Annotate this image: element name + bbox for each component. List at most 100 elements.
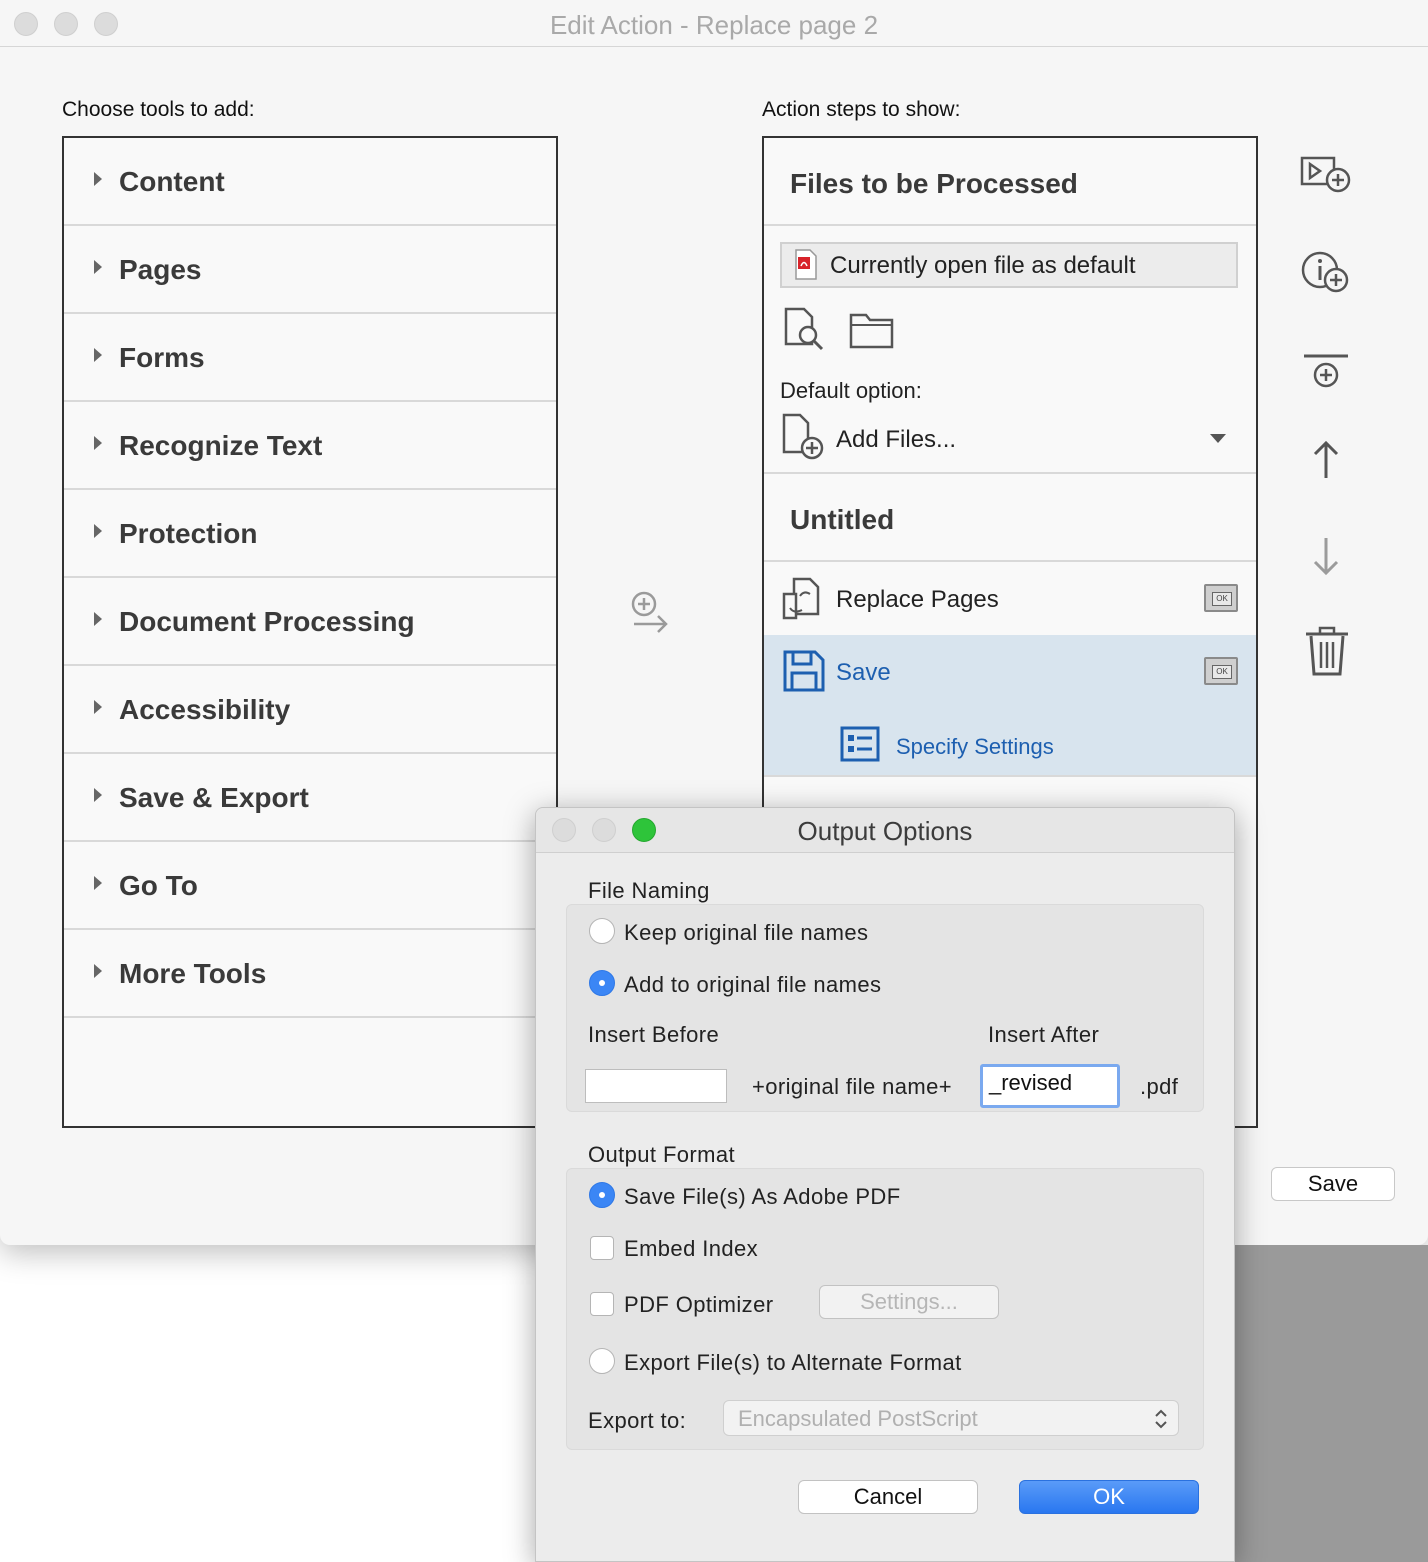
- action-steps-label: Action steps to show:: [762, 98, 961, 121]
- add-to-original-label: Add to original file names: [624, 972, 882, 997]
- disclosure-triangle-icon: [94, 964, 102, 978]
- disclosure-triangle-icon: [94, 788, 102, 802]
- original-file-name-text: +original file name+: [752, 1074, 953, 1099]
- pdf-optimizer-label: PDF Optimizer: [624, 1292, 774, 1317]
- disclosure-triangle-icon: [94, 436, 102, 450]
- tool-category-label: Protection: [119, 518, 258, 549]
- add-panel-separator-icon[interactable]: [1302, 350, 1350, 399]
- embed-index-label: Embed Index: [624, 1236, 759, 1261]
- file-naming-label: File Naming: [588, 878, 710, 903]
- move-up-icon[interactable]: [1312, 440, 1340, 485]
- step-replace-pages[interactable]: Replace Pages: [764, 562, 1256, 634]
- save-as-pdf-radio[interactable]: [589, 1182, 615, 1208]
- save-disk-icon: [782, 649, 826, 698]
- add-to-original-radio[interactable]: [589, 970, 615, 996]
- keep-original-radio[interactable]: [589, 918, 615, 944]
- export-alternate-label: Export File(s) to Alternate Format: [624, 1350, 962, 1375]
- disclosure-triangle-icon: [94, 700, 102, 714]
- add-file-icon: [780, 412, 828, 467]
- trash-icon[interactable]: [1304, 626, 1350, 683]
- browse-files-icon[interactable]: [782, 306, 830, 359]
- tool-category-label: Content: [119, 166, 225, 197]
- specify-settings-label: Specify Settings: [896, 734, 1054, 759]
- keep-original-label: Keep original file names: [624, 920, 869, 945]
- tool-category-pages[interactable]: Pages: [64, 226, 556, 314]
- disclosure-triangle-icon: [94, 260, 102, 274]
- output-options-dialog: Output Options File Naming Keep original…: [535, 807, 1235, 1562]
- disclosure-triangle-icon: [94, 524, 102, 538]
- choose-tools-label: Choose tools to add:: [62, 98, 255, 121]
- window-titlebar: Edit Action - Replace page 2: [0, 0, 1428, 47]
- tool-category-label: Go To: [119, 870, 198, 901]
- tool-category-accessibility[interactable]: Accessibility: [64, 666, 556, 754]
- tool-category-content[interactable]: Content: [64, 138, 556, 226]
- add-to-steps-icon[interactable]: [626, 588, 672, 643]
- tool-category-save-export[interactable]: Save & Export: [64, 754, 556, 842]
- tool-category-recognize-text[interactable]: Recognize Text: [64, 402, 556, 490]
- tool-category-label: Document Processing: [119, 606, 415, 637]
- tool-category-go-to[interactable]: Go To: [64, 842, 556, 930]
- tool-category-label: Forms: [119, 342, 205, 373]
- add-instruction-icon[interactable]: [1300, 248, 1354, 301]
- settings-list-icon: [840, 726, 880, 767]
- tool-category-label: Save & Export: [119, 782, 309, 813]
- file-field-text: Currently open file as default: [830, 252, 1136, 279]
- extension-text: .pdf: [1140, 1074, 1179, 1099]
- default-option-dropdown[interactable]: Add Files...: [780, 410, 1242, 464]
- file-source-field[interactable]: Currently open file as default: [780, 242, 1238, 288]
- prompt-user-toggle-icon[interactable]: [1204, 657, 1238, 685]
- tool-category-forms[interactable]: Forms: [64, 314, 556, 402]
- folder-icon[interactable]: [848, 310, 896, 355]
- step-label: Replace Pages: [836, 586, 999, 613]
- disclosure-triangle-icon: [94, 876, 102, 890]
- default-option-label: Default option:: [780, 378, 922, 403]
- background-desktop: [1234, 1245, 1428, 1562]
- specify-settings-link[interactable]: Specify Settings: [764, 708, 1256, 774]
- tool-category-more-tools[interactable]: More Tools: [64, 930, 556, 1018]
- save-as-pdf-label: Save File(s) As Adobe PDF: [624, 1184, 901, 1209]
- insert-before-label: Insert Before: [588, 1022, 720, 1047]
- tool-category-label: More Tools: [119, 958, 267, 989]
- output-format-label: Output Format: [588, 1142, 736, 1167]
- tool-category-label: Pages: [119, 254, 202, 285]
- export-to-label: Export to:: [588, 1408, 687, 1433]
- files-to-be-processed-header: Files to be Processed: [790, 168, 1078, 199]
- disclosure-triangle-icon: [94, 612, 102, 626]
- tool-category-label: Recognize Text: [119, 430, 323, 461]
- cancel-button[interactable]: Cancel: [798, 1480, 978, 1514]
- move-down-icon[interactable]: [1312, 536, 1340, 581]
- disclosure-triangle-icon: [94, 348, 102, 362]
- disclosure-triangle-icon: [94, 172, 102, 186]
- export-format-value: Encapsulated PostScript: [738, 1406, 978, 1431]
- replace-pages-icon: [780, 576, 826, 627]
- divider: [764, 775, 1256, 777]
- dialog-titlebar: Output Options: [536, 808, 1234, 853]
- tool-category-label: Accessibility: [119, 694, 291, 725]
- export-alternate-radio[interactable]: [589, 1348, 615, 1374]
- embed-index-checkbox[interactable]: [590, 1236, 614, 1260]
- step-save[interactable]: Save: [764, 635, 1256, 707]
- pdf-optimizer-checkbox[interactable]: [590, 1292, 614, 1316]
- default-option-value: Add Files...: [836, 426, 957, 453]
- dialog-title: Output Options: [797, 816, 973, 846]
- ok-button[interactable]: OK: [1019, 1480, 1199, 1514]
- chevron-updown-icon: [1154, 1407, 1168, 1437]
- insert-after-input[interactable]: _revised: [980, 1064, 1120, 1108]
- step-label: Save: [836, 659, 891, 686]
- divider: [764, 472, 1256, 474]
- untitled-section-header: Untitled: [790, 504, 895, 535]
- insert-after-label: Insert After: [988, 1022, 1100, 1047]
- tool-category-protection[interactable]: Protection: [64, 490, 556, 578]
- tools-list: Content Pages Forms Recognize Text Prote…: [62, 136, 558, 1128]
- tool-category-document-processing[interactable]: Document Processing: [64, 578, 556, 666]
- export-format-select[interactable]: Encapsulated PostScript: [723, 1400, 1179, 1436]
- insert-before-input[interactable]: [585, 1069, 727, 1103]
- window-title: Edit Action - Replace page 2: [549, 10, 879, 40]
- divider: [764, 224, 1256, 226]
- save-button[interactable]: Save: [1271, 1167, 1395, 1201]
- insert-step-icon[interactable]: [1300, 154, 1354, 201]
- optimizer-settings-button[interactable]: Settings...: [819, 1285, 999, 1319]
- chevron-down-icon: [1210, 434, 1226, 443]
- pdf-file-icon: [794, 249, 818, 286]
- prompt-user-toggle-icon[interactable]: [1204, 584, 1238, 612]
